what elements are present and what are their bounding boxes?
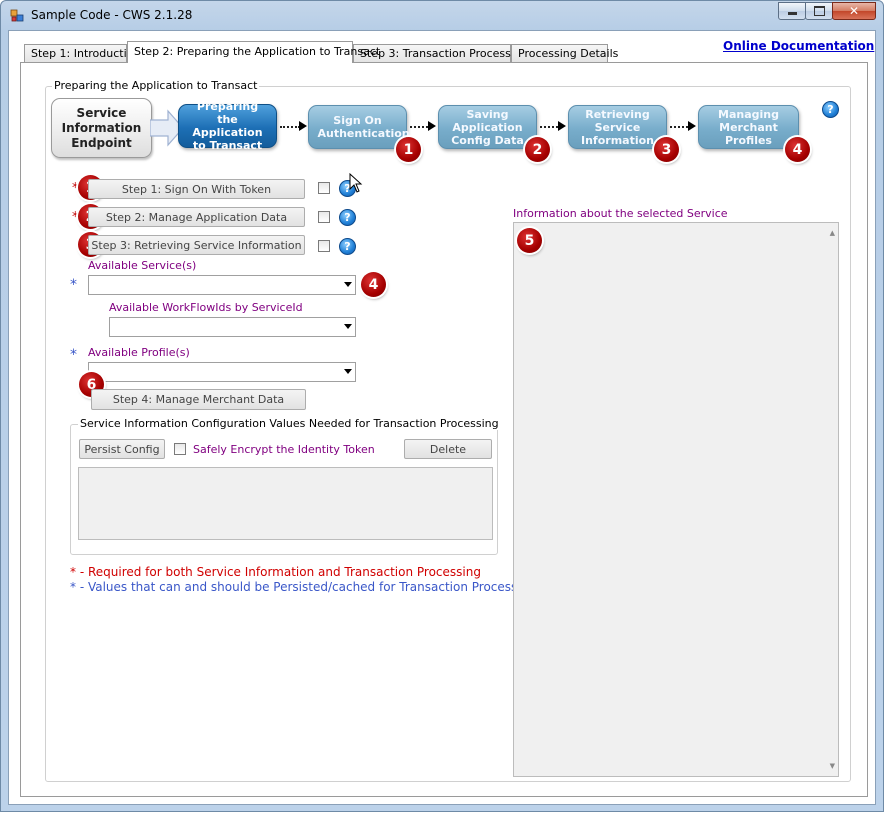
flow-connector <box>540 126 558 128</box>
encrypt-identity-token-checkbox[interactable] <box>174 443 186 455</box>
service-info-label: Information about the selected Service <box>513 207 728 220</box>
flow-step-saving-config: Saving Application Config Data <box>438 105 537 149</box>
service-info-textarea[interactable]: ▲ ▼ <box>513 222 839 777</box>
available-workflows-label: Available WorkFlowIds by ServiceId <box>109 301 303 314</box>
flow-step-preparing: Preparing the Application to Transact <box>178 100 277 152</box>
tab-label: Step 2: Preparing the Application to Tra… <box>134 45 381 58</box>
tab-preparing-application[interactable]: Step 2: Preparing the Application to Tra… <box>127 41 380 63</box>
flow-step-retrieving-service: Retrieving Service Information <box>568 105 667 149</box>
close-button[interactable]: ✕ <box>832 2 876 20</box>
info-badge-5: 5 <box>517 228 542 253</box>
flow-arrowhead-icon <box>428 121 436 131</box>
flow-arrowhead-icon <box>558 121 566 131</box>
chevron-down-icon <box>344 324 352 329</box>
chevron-down-icon <box>344 369 352 374</box>
flow-arrowhead-icon <box>299 121 307 131</box>
step3-checkbox[interactable] <box>318 240 330 252</box>
available-services-dropdown[interactable] <box>88 275 356 295</box>
help-icon[interactable]: ? <box>822 101 839 118</box>
persist-config-button[interactable]: Persist Config <box>79 439 165 459</box>
services-badge-4: 4 <box>361 272 386 297</box>
config-values-textarea[interactable] <box>78 467 493 540</box>
flow-connector <box>280 126 300 128</box>
cacheable-marker: * <box>70 347 77 363</box>
window-title: Sample Code - CWS 2.1.28 <box>31 8 193 22</box>
close-icon: ✕ <box>848 4 860 18</box>
app-icon <box>10 9 24 22</box>
flow-badge-4: 4 <box>785 137 810 162</box>
flow-step-sign-on: Sign On Authentication <box>308 105 410 149</box>
manage-merchant-data-button[interactable]: Step 4: Manage Merchant Data <box>91 389 306 410</box>
sign-on-with-token-button[interactable]: Step 1: Sign On With Token <box>88 179 305 199</box>
step1-checkbox[interactable] <box>318 182 330 194</box>
cached-note: * - Values that can and should be Persis… <box>70 580 536 594</box>
cacheable-marker: * <box>70 277 77 293</box>
tab-processing-details[interactable]: Processing Details <box>511 44 618 62</box>
tab-label: Step 3: Transaction Processing <box>360 47 528 60</box>
help-icon[interactable]: ? <box>339 209 356 226</box>
scroll-down-icon[interactable]: ▼ <box>830 762 835 770</box>
minimize-icon <box>787 11 797 15</box>
required-note: * - Required for both Service Informatio… <box>70 565 481 579</box>
mouse-cursor-icon <box>349 173 363 193</box>
encrypt-identity-token-label: Safely Encrypt the Identity Token <box>193 443 375 456</box>
maximize-button[interactable] <box>805 2 833 20</box>
available-services-label: Available Service(s) <box>88 259 197 272</box>
minimize-button[interactable] <box>778 2 806 20</box>
tab-introduction[interactable]: Step 1: Introduction <box>24 44 140 62</box>
manage-application-data-button[interactable]: Step 2: Manage Application Data <box>88 207 305 227</box>
flow-badge-1: 1 <box>396 137 421 162</box>
tab-label: Step 1: Introduction <box>31 47 141 60</box>
config-group-title: Service Information Configuration Values… <box>78 417 501 430</box>
available-profiles-label: Available Profile(s) <box>88 346 190 359</box>
chevron-down-icon <box>344 282 352 287</box>
group-title: Preparing the Application to Transact <box>52 79 260 92</box>
help-icon[interactable]: ? <box>339 238 356 255</box>
flow-badge-2: 2 <box>525 137 550 162</box>
flow-connector <box>670 126 688 128</box>
available-profiles-dropdown[interactable] <box>88 362 356 382</box>
retrieving-service-information-button[interactable]: Step 3: Retrieving Service Information <box>88 235 305 255</box>
title-bar[interactable]: Sample Code - CWS 2.1.28 <box>1 1 883 31</box>
scroll-up-icon[interactable]: ▲ <box>830 229 835 237</box>
delete-button[interactable]: Delete <box>404 439 492 459</box>
maximize-icon <box>813 6 825 16</box>
tab-label: Processing Details <box>518 47 619 60</box>
flow-arrowhead-icon <box>688 121 696 131</box>
online-documentation-link[interactable]: Online Documentation <box>723 39 874 53</box>
flow-connector <box>410 126 428 128</box>
service-information-endpoint: Service Information Endpoint <box>51 98 152 158</box>
flow-badge-3: 3 <box>654 137 679 162</box>
available-workflows-dropdown[interactable] <box>109 317 356 337</box>
flow-step-managing-profiles: Managing Merchant Profiles <box>698 105 799 149</box>
step2-checkbox[interactable] <box>318 211 330 223</box>
